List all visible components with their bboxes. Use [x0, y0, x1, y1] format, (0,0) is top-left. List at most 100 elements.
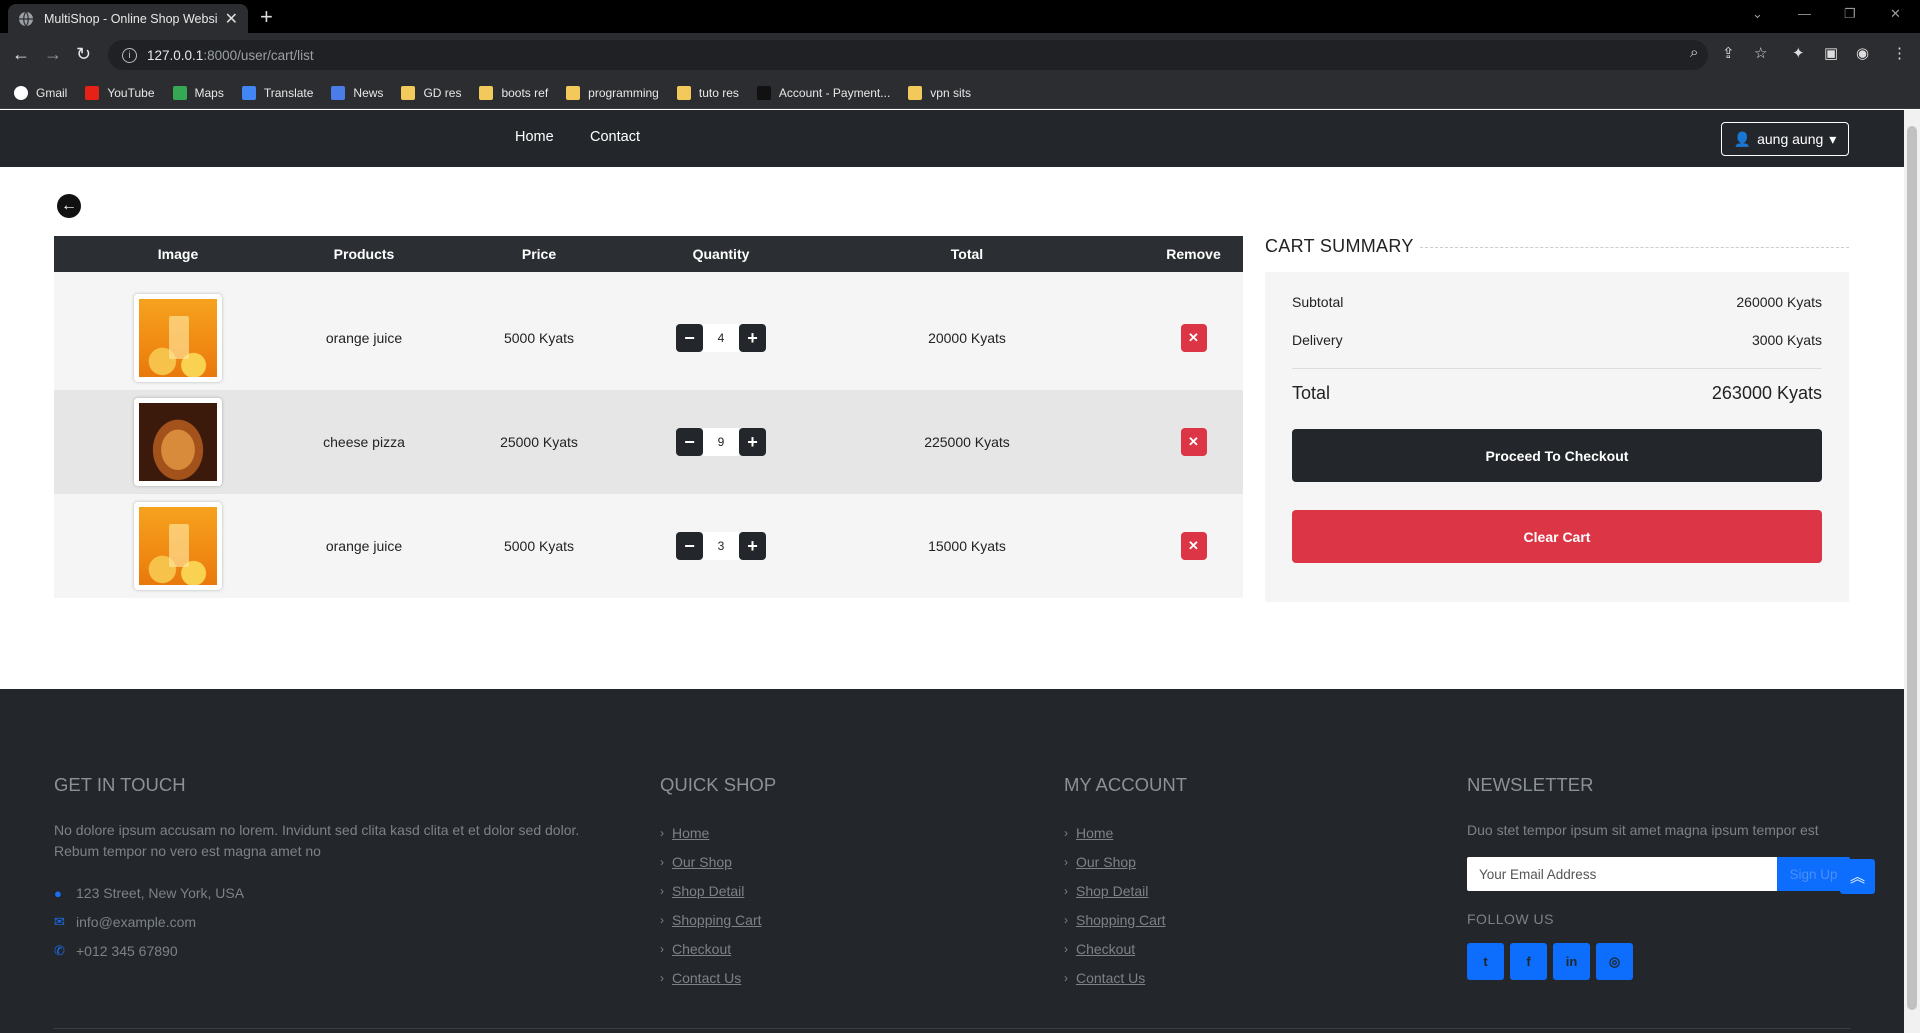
bookmark-label: programming: [588, 85, 659, 100]
footer-link-label: Home: [1076, 824, 1114, 841]
back-to-top-button[interactable]: ︽: [1840, 859, 1875, 894]
bookmark-item[interactable]: YouTube: [85, 85, 155, 100]
footer-link[interactable]: › Shopping Cart: [660, 905, 762, 934]
bookmark-star-icon[interactable]: ☆: [1754, 44, 1767, 62]
footer-link[interactable]: › Contact Us: [1064, 963, 1166, 992]
page-content: Home Contact 👤 aung aung ▾ ← Image Produ…: [0, 110, 1904, 1033]
back-arrow-icon[interactable]: ←: [12, 44, 30, 64]
cart-summary-title: CART SUMMARY: [1265, 236, 1414, 256]
bookmark-item[interactable]: boots ref: [479, 85, 548, 100]
header-total: Total: [950, 246, 984, 262]
minus-icon[interactable]: −: [676, 324, 703, 352]
cart-table-header: Image Products Price Quantity Total Remo…: [54, 236, 1243, 272]
browser-tab[interactable]: MultiShop - Online Shop Website ✕: [8, 4, 248, 33]
chevron-right-icon: ›: [1064, 941, 1068, 956]
bookmark-item[interactable]: vpn sits: [908, 85, 971, 100]
back-arrow-icon[interactable]: ←: [57, 194, 81, 218]
bookmark-label: Maps: [194, 85, 224, 100]
footer-link[interactable]: › Checkout: [660, 934, 762, 963]
footer-link[interactable]: › Our Shop: [1064, 847, 1166, 876]
cart-row: orange juice 5000 Kyats −4 +20000 Kyats ✕: [54, 286, 1243, 390]
bookmark-item[interactable]: Translate: [241, 85, 314, 100]
delivery-value: 3000 Kyats: [1751, 332, 1822, 348]
quantity-stepper: −4 +: [652, 286, 790, 390]
window-close-icon[interactable]: ✕: [1890, 6, 1901, 22]
footer-link-label: Checkout: [672, 940, 732, 957]
nav-contact-link[interactable]: Contact: [590, 129, 640, 145]
linkedin-icon[interactable]: in: [1553, 943, 1590, 980]
footer-link[interactable]: › Our Shop: [660, 847, 762, 876]
page-scrollbar[interactable]: [1904, 110, 1920, 1033]
chevron-right-icon: ›: [660, 854, 664, 869]
newsletter-email-input[interactable]: Your Email Address: [1467, 857, 1780, 891]
bookmark-label: Translate: [263, 85, 314, 100]
subtotal-label: Subtotal: [1292, 294, 1344, 310]
footer-link-label: Contact Us: [1076, 969, 1146, 986]
my-account-title: MY ACCOUNT: [1064, 774, 1188, 795]
close-tab-icon[interactable]: ✕: [225, 9, 238, 29]
quick-shop-links: › Home › Our Shop › Shop Detail › Shopping Cart…: [660, 818, 762, 992]
url-input[interactable]: i 127.0.0.1:8000/user/cart/list: [108, 40, 1708, 70]
total-label: Total: [1292, 383, 1331, 403]
footer-link[interactable]: › Checkout: [1064, 934, 1166, 963]
footer-link[interactable]: › Shopping Cart: [1064, 905, 1166, 934]
remove-x-icon[interactable]: ✕: [1180, 532, 1207, 560]
bookmark-label: tuto res: [698, 85, 739, 100]
menu-kebab-icon[interactable]: ⋮: [1892, 44, 1907, 62]
clear-cart-button[interactable]: Clear Cart: [1292, 510, 1822, 563]
profile-avatar-icon[interactable]: ◉: [1856, 44, 1869, 62]
chevron-right-icon: ›: [1064, 854, 1068, 869]
footer-link-label: Contact Us: [672, 969, 742, 986]
extensions-icon[interactable]: ✦: [1792, 44, 1805, 62]
bookmark-item[interactable]: Maps: [172, 85, 224, 100]
bookmark-item[interactable]: Gmail: [14, 85, 67, 100]
chevron-right-icon: ›: [1064, 970, 1068, 985]
product-image-cell: [54, 286, 302, 390]
proceed-to-checkout-button[interactable]: Proceed To Checkout: [1292, 429, 1822, 482]
bookmark-item[interactable]: GD res: [401, 85, 461, 100]
remove-x-icon[interactable]: ✕: [1180, 428, 1207, 456]
quantity-input[interactable]: 3: [703, 532, 739, 560]
remove-cell: ✕: [1144, 494, 1243, 598]
zoom-icon[interactable]: ⌕: [1690, 44, 1698, 61]
minus-icon[interactable]: −: [676, 428, 703, 456]
address: ● 123 Street, New York, USA: [54, 885, 244, 901]
chevron-right-icon: ›: [660, 883, 664, 898]
reload-icon[interactable]: ↻: [76, 44, 91, 64]
twitter-icon[interactable]: t: [1467, 943, 1504, 980]
share-icon[interactable]: ⇪: [1722, 44, 1735, 62]
nav-home-link[interactable]: Home: [515, 129, 554, 145]
bookmark-label: YouTube: [107, 85, 155, 100]
footer-link[interactable]: › Shop Detail: [1064, 876, 1166, 905]
side-panel-icon[interactable]: ▣: [1824, 44, 1838, 62]
get-in-touch-title: GET IN TOUCH: [54, 774, 186, 795]
plus-icon[interactable]: +: [739, 532, 766, 560]
product-image: [134, 398, 222, 486]
plus-icon[interactable]: +: [739, 324, 766, 352]
bookmark-item[interactable]: programming: [566, 85, 659, 100]
quantity-input[interactable]: 9: [703, 428, 739, 456]
footer-link[interactable]: › Home: [1064, 818, 1166, 847]
footer-link[interactable]: › Shop Detail: [660, 876, 762, 905]
forward-arrow-icon[interactable]: →: [44, 44, 62, 64]
footer-link[interactable]: › Contact Us: [660, 963, 762, 992]
facebook-icon[interactable]: f: [1510, 943, 1547, 980]
minus-icon[interactable]: −: [676, 532, 703, 560]
quantity-stepper: −9 +: [652, 390, 790, 494]
quantity-input[interactable]: 4: [703, 324, 739, 352]
restore-icon[interactable]: ❐: [1844, 6, 1856, 22]
scrollbar-thumb[interactable]: [1907, 126, 1917, 1010]
new-tab-button[interactable]: +: [260, 4, 273, 30]
bookmark-item[interactable]: Account - Payment...: [756, 85, 890, 100]
minimize-icon[interactable]: —: [1798, 6, 1811, 21]
plus-icon[interactable]: +: [739, 428, 766, 456]
instagram-icon[interactable]: ◎: [1596, 943, 1633, 980]
remove-x-icon[interactable]: ✕: [1180, 324, 1207, 352]
site-info-icon[interactable]: i: [122, 47, 137, 63]
tab-search-icon[interactable]: ⌄: [1752, 6, 1763, 22]
user-dropdown-button[interactable]: 👤 aung aung ▾: [1721, 122, 1849, 156]
footer-link[interactable]: › Home: [660, 818, 762, 847]
bookmark-item[interactable]: News: [331, 85, 383, 100]
bookmark-item[interactable]: tuto res: [676, 85, 739, 100]
orange-juice-image: [139, 299, 217, 377]
